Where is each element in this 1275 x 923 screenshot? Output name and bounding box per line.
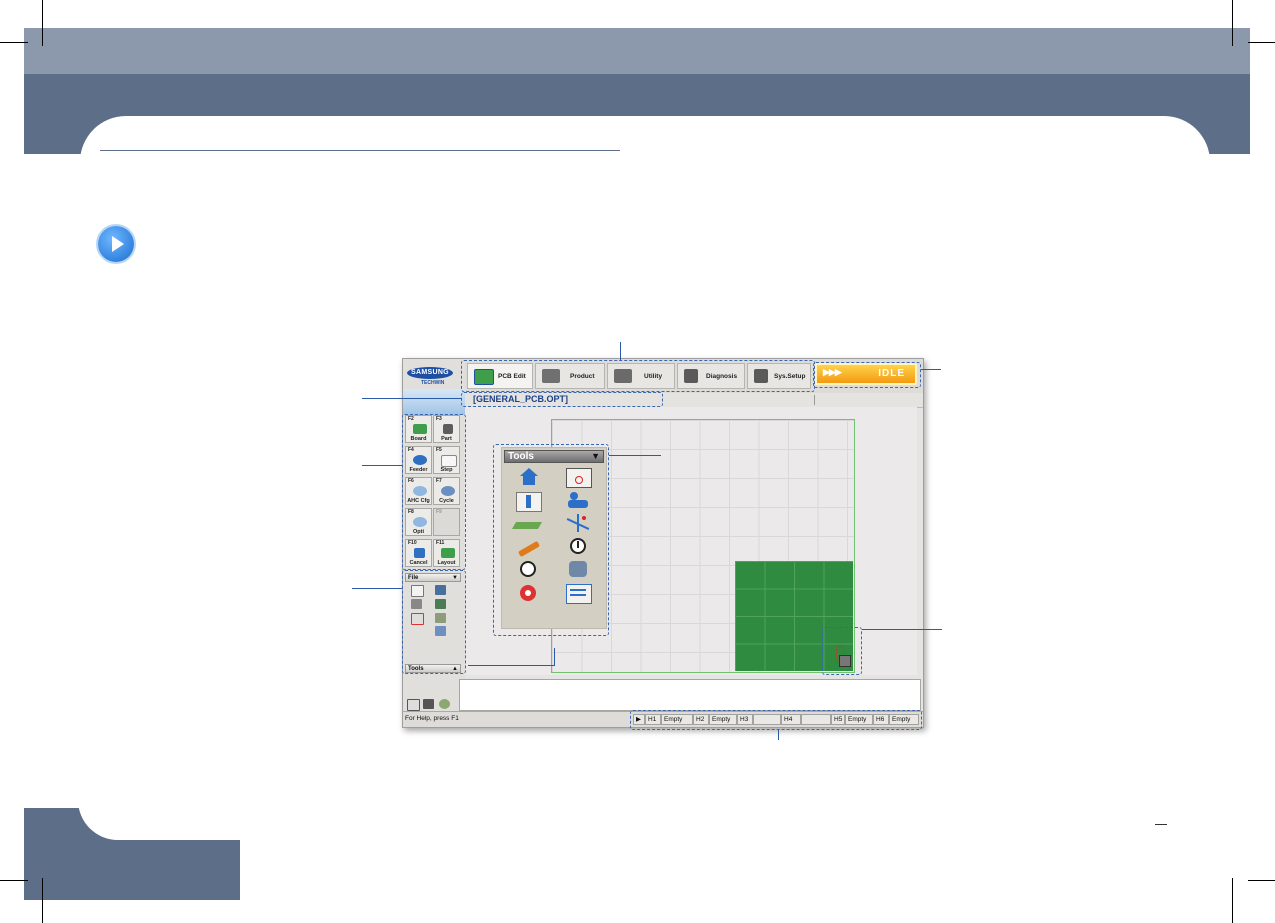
play-icon xyxy=(98,226,134,262)
callout-line xyxy=(362,398,462,399)
callout-frame-filename xyxy=(461,392,663,407)
sidebar-bottom xyxy=(403,677,459,711)
help-text: For Help, press F1 xyxy=(405,715,459,722)
samsung-logo: SAMSUNG TECHWIN xyxy=(407,365,461,387)
print-icon[interactable] xyxy=(423,699,434,709)
crop-mark xyxy=(42,878,43,923)
crop-mark xyxy=(1232,878,1233,923)
callout-line xyxy=(778,730,779,740)
divider xyxy=(814,395,815,405)
page-number-dash xyxy=(1155,824,1167,825)
callout-line xyxy=(362,465,402,466)
callout-frame-mark xyxy=(822,627,862,675)
crop-mark xyxy=(1248,42,1275,43)
crop-mark xyxy=(0,42,28,43)
message-area xyxy=(459,679,921,711)
callout-frame-status xyxy=(813,362,921,388)
callout-line xyxy=(352,588,402,589)
footer-curve xyxy=(78,780,240,840)
crop-mark xyxy=(0,880,28,881)
logo-subtext: TECHWIN xyxy=(421,380,445,386)
mode-icon[interactable] xyxy=(407,699,420,711)
callout-line xyxy=(921,369,941,370)
callout-frame-heads xyxy=(630,710,922,730)
callout-frame-panels xyxy=(402,570,466,674)
globe-icon[interactable] xyxy=(439,699,450,709)
logo-wave-graphic xyxy=(403,389,465,415)
callout-line xyxy=(468,665,554,666)
title-underline xyxy=(100,150,620,151)
logo-text: SAMSUNG xyxy=(407,367,453,379)
callout-line xyxy=(609,455,661,456)
header-band-top xyxy=(24,28,1250,78)
callout-frame-tools xyxy=(493,444,609,636)
callout-line xyxy=(862,629,942,630)
callout-line xyxy=(554,648,555,666)
callout-line xyxy=(620,342,621,360)
crop-mark xyxy=(1248,880,1275,881)
crop-mark xyxy=(1232,0,1233,46)
callout-frame-menu xyxy=(461,360,815,392)
callout-frame-fkeys xyxy=(402,414,466,570)
crop-mark xyxy=(42,0,43,46)
